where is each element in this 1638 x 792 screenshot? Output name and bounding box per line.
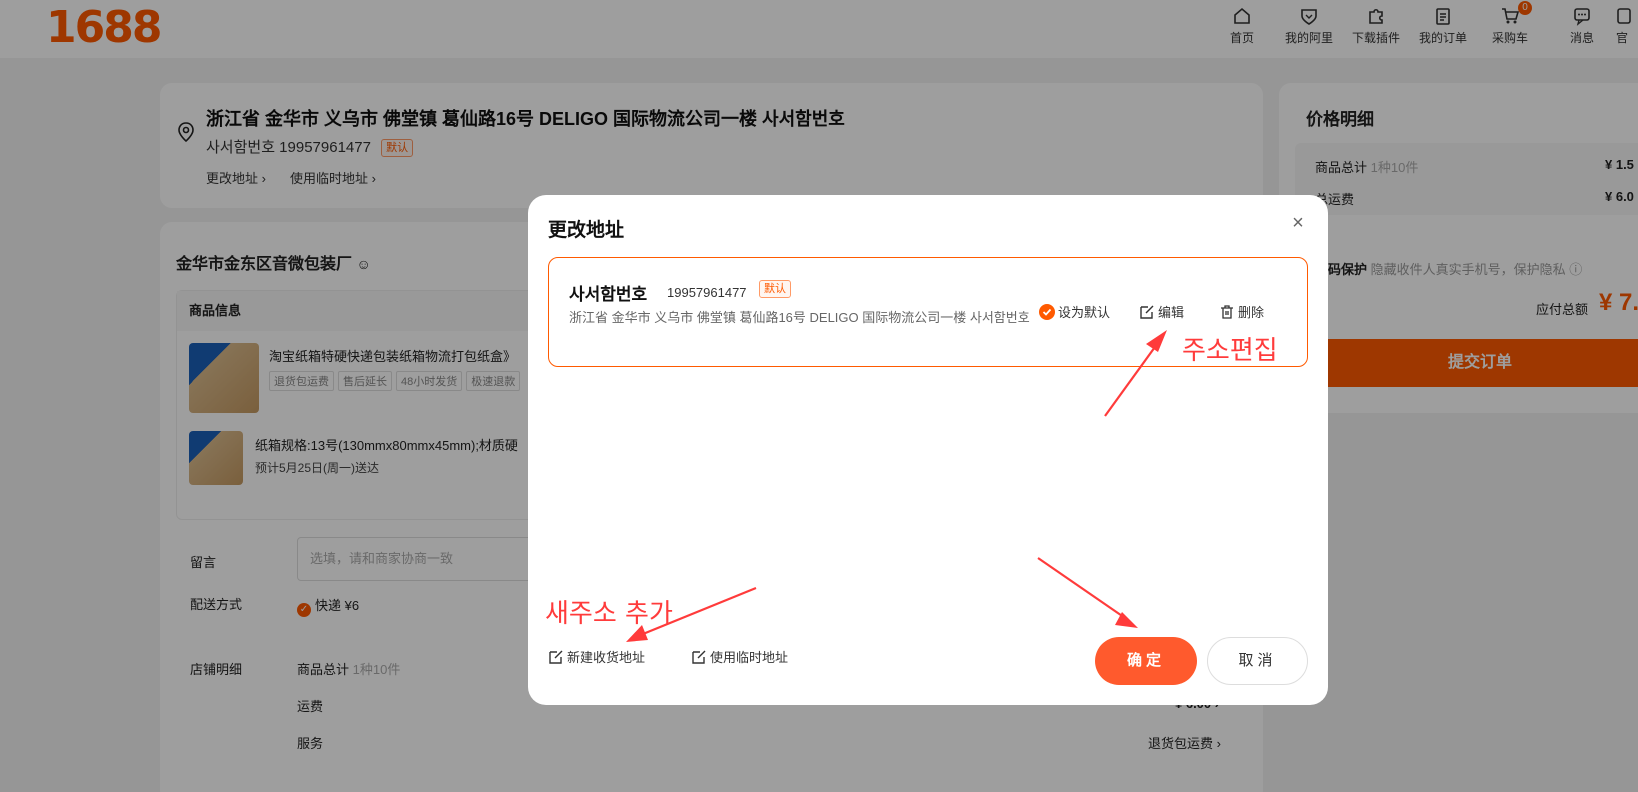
annotation-arrows <box>626 330 1167 642</box>
edit-annotation: 주소편집 <box>1182 336 1278 366</box>
add-annotation: 새주소 추가 <box>545 599 673 629</box>
